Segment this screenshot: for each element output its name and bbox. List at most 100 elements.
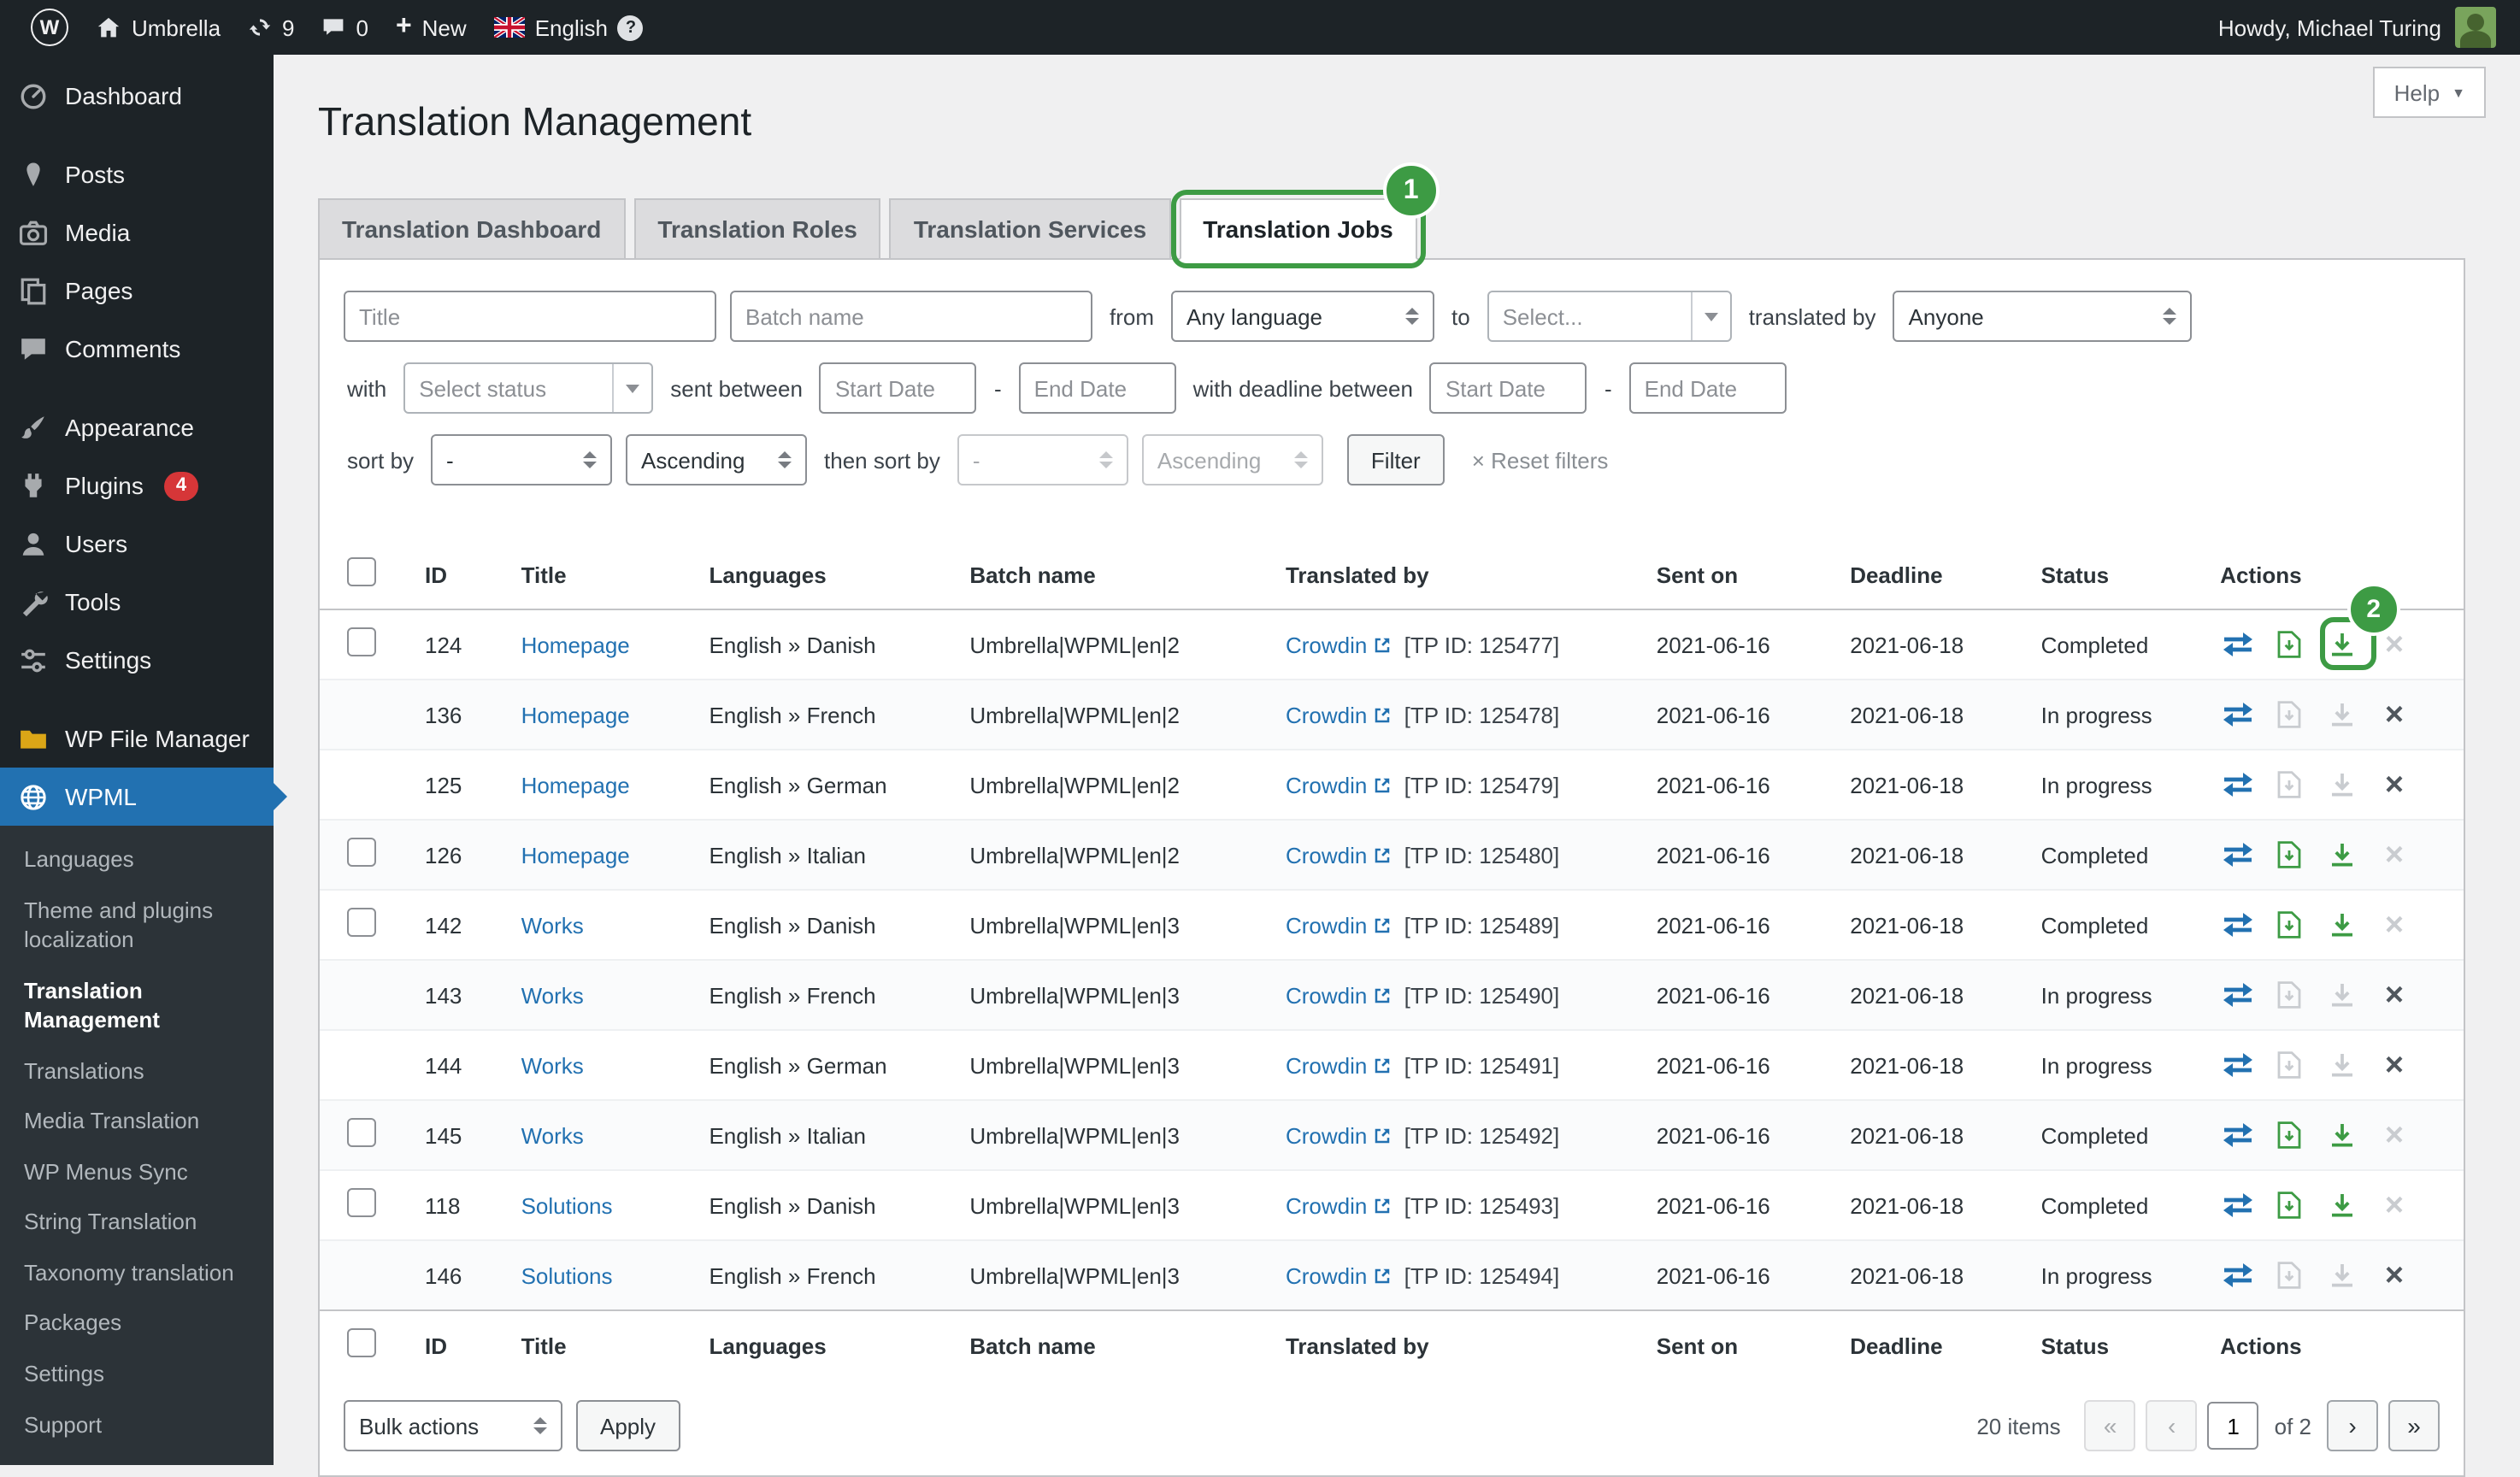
help-question-icon[interactable]: ? [618,15,644,40]
select-all-checkbox[interactable] [347,557,376,586]
job-title-link[interactable]: Homepage [521,702,630,727]
tab-translation-jobs[interactable]: Translation Jobs [1179,198,1417,260]
row-checkbox[interactable] [347,1188,376,1217]
translator-link[interactable]: Crowdin [1286,1122,1391,1148]
deadline-start-date-input[interactable] [1430,362,1587,414]
job-title-link[interactable]: Solutions [521,1192,613,1218]
bulk-actions-select[interactable]: Bulk actions [344,1400,562,1451]
download-translation-icon[interactable] [2325,631,2359,658]
new-content-menu[interactable]: + New [382,0,480,55]
xliff-file-download-icon[interactable] [2272,701,2306,728]
sync-translation-icon[interactable] [2220,633,2254,656]
to-language-select[interactable]: Select... [1487,291,1732,342]
row-checkbox[interactable] [347,1118,376,1147]
job-title-link[interactable]: Works [521,1052,584,1078]
translator-link[interactable]: Crowdin [1286,1262,1391,1288]
download-translation-icon[interactable] [2325,841,2359,868]
cancel-job-icon[interactable]: × [2377,1119,2411,1151]
first-page-button[interactable]: « [2085,1400,2136,1451]
prev-page-button[interactable]: ‹ [2146,1400,2198,1451]
current-page-input[interactable] [2208,1402,2259,1450]
xliff-file-download-icon[interactable] [2272,981,2306,1009]
then-sort-direction-select[interactable]: Ascending [1142,434,1323,485]
wpml-submenu-item[interactable]: Translation Management [0,965,274,1045]
from-language-select[interactable]: Any language [1171,291,1434,342]
sync-translation-icon[interactable] [2220,1123,2254,1147]
sent-start-date-input[interactable] [820,362,977,414]
wordpress-logo-menu[interactable]: W [17,0,82,55]
howdy-text[interactable]: Howdy, Michael Turing [2218,15,2441,40]
sync-translation-icon[interactable] [2220,1263,2254,1287]
translator-link[interactable]: Crowdin [1286,912,1391,938]
language-switcher-menu[interactable]: English ? [480,0,657,55]
wpml-submenu-item[interactable]: Taxonomy translation [0,1248,274,1298]
wpml-submenu-item[interactable]: WP Menus Sync [0,1147,274,1197]
job-title-link[interactable]: Works [521,1122,584,1148]
sort-by-select[interactable]: - [431,434,612,485]
sidebar-item-tools[interactable]: Tools [0,573,274,631]
job-title-link[interactable]: Solutions [521,1262,613,1288]
help-dropdown-button[interactable]: Help ▼ [2374,67,2486,118]
site-name-menu[interactable]: Umbrella [82,0,234,55]
apply-button[interactable]: Apply [576,1400,680,1451]
last-page-button[interactable]: » [2388,1400,2440,1451]
download-translation-icon[interactable] [2325,701,2359,728]
select-all-checkbox[interactable] [347,1328,376,1357]
status-select[interactable]: Select status [403,362,653,414]
xliff-file-download-icon[interactable] [2272,1051,2306,1079]
job-title-link[interactable]: Works [521,912,584,938]
job-title-link[interactable]: Homepage [521,842,630,868]
sync-translation-icon[interactable] [2220,843,2254,867]
sync-translation-icon[interactable] [2220,703,2254,727]
sidebar-item-appearance[interactable]: Appearance [0,398,274,456]
translator-link[interactable]: Crowdin [1286,1192,1391,1218]
sort-direction-select[interactable]: Ascending [626,434,807,485]
user-avatar[interactable] [2455,7,2496,48]
sidebar-item-plugins[interactable]: Plugins 4 [0,456,274,515]
cancel-job-icon[interactable]: × [2377,1189,2411,1221]
download-translation-icon[interactable] [2325,1051,2359,1079]
job-title-link[interactable]: Homepage [521,632,630,657]
download-translation-icon[interactable] [2325,911,2359,939]
wpml-submenu-item[interactable]: Theme and plugins localization [0,885,274,965]
sync-translation-icon[interactable] [2220,1193,2254,1217]
sent-end-date-input[interactable] [1019,362,1176,414]
cancel-job-icon[interactable]: × [2377,768,2411,801]
translator-link[interactable]: Crowdin [1286,702,1391,727]
sidebar-item-wpml[interactable]: WPML [0,768,274,826]
cancel-job-icon[interactable]: × [2377,909,2411,941]
download-translation-icon[interactable] [2325,1121,2359,1149]
tab-translation-dashboard[interactable]: Translation Dashboard [318,198,625,260]
download-translation-icon[interactable] [2325,981,2359,1009]
row-checkbox[interactable] [347,627,376,656]
sidebar-item-settings[interactable]: Settings [0,631,274,689]
row-checkbox[interactable] [347,838,376,867]
download-translation-icon[interactable] [2325,1192,2359,1219]
xliff-file-download-icon[interactable] [2272,911,2306,939]
wpml-submenu-item[interactable]: String Translation [0,1197,274,1248]
filter-button[interactable]: Filter [1347,434,1445,485]
then-sort-by-select[interactable]: - [957,434,1128,485]
cancel-job-icon[interactable]: × [2377,979,2411,1011]
download-translation-icon[interactable] [2325,1262,2359,1289]
job-title-link[interactable]: Works [521,982,584,1008]
updates-menu[interactable]: 9 [234,0,308,55]
download-translation-icon[interactable] [2325,771,2359,798]
deadline-end-date-input[interactable] [1629,362,1787,414]
tab-translation-roles[interactable]: Translation Roles [633,198,880,260]
sidebar-item-users[interactable]: Users [0,515,274,573]
wpml-submenu-item[interactable]: Support [0,1399,274,1450]
cancel-job-icon[interactable]: × [2377,839,2411,871]
wpml-submenu-item[interactable]: Media Translation [0,1097,274,1147]
sidebar-item-wp-file-manager[interactable]: WP File Manager [0,709,274,768]
sync-translation-icon[interactable] [2220,913,2254,937]
row-checkbox[interactable] [347,908,376,937]
sync-translation-icon[interactable] [2220,983,2254,1007]
translator-link[interactable]: Crowdin [1286,1052,1391,1078]
translated-by-select[interactable]: Anyone [1893,291,2193,342]
xliff-file-download-icon[interactable] [2272,1121,2306,1149]
xliff-file-download-icon[interactable] [2272,841,2306,868]
title-filter-input[interactable] [344,291,716,342]
cancel-job-icon[interactable]: × [2377,1049,2411,1081]
cancel-job-icon[interactable]: × [2377,1259,2411,1292]
